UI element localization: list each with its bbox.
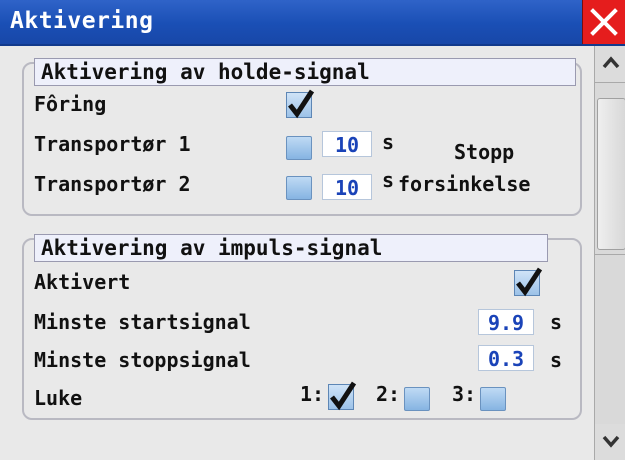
foring-label: Fôring [34, 92, 107, 116]
luke-2-label: 2: [376, 382, 401, 406]
transportor-1-delay-input[interactable]: 10 [322, 131, 372, 157]
luke-1-checkbox[interactable] [328, 381, 357, 411]
checkmark-icon [288, 89, 315, 119]
aktivert-checkbox[interactable] [514, 267, 543, 297]
window-title: Aktivering [10, 8, 154, 34]
transportor-1-unit: s [382, 130, 395, 154]
hold-signal-legend: Aktivering av holde-signal [34, 58, 576, 86]
aktivert-label: Aktivert [34, 270, 131, 294]
min-stoppsignal-input[interactable]: 0.3 [478, 345, 534, 371]
transportor-2-label: Transportør 2 [34, 172, 191, 196]
scroll-down-icon [602, 435, 620, 448]
min-startsignal-input[interactable]: 9.9 [478, 309, 534, 335]
min-startsignal-label: Minste startsignal [34, 310, 251, 334]
hold-signal-group: Aktivering av holde-signal Fôring Transp… [22, 58, 582, 216]
min-startsignal-unit: s [550, 310, 563, 334]
scroll-up-icon [602, 56, 620, 69]
content-area: Aktivering av holde-signal Fôring Transp… [0, 46, 594, 460]
min-stoppsignal-label: Minste stoppsignal [34, 348, 251, 372]
scroll-thumb[interactable] [597, 98, 625, 250]
close-button[interactable] [582, 0, 625, 44]
transportor-1-label: Transportør 1 [34, 132, 191, 156]
transportor-2-delay-input[interactable]: 10 [322, 174, 372, 200]
foring-checkbox[interactable] [286, 89, 315, 119]
min-stoppsignal-unit: s [550, 348, 563, 372]
luke-3-checkbox[interactable] [480, 387, 506, 411]
impulse-signal-legend: Aktivering av impuls-signal [34, 234, 548, 262]
transportor-1-checkbox[interactable] [286, 136, 312, 160]
checkmark-icon [330, 381, 357, 411]
luke-label: Luke [34, 386, 83, 410]
impulse-signal-group: Aktivering av impuls-signal Aktivert Min… [22, 234, 582, 420]
forsinkelse-label: forsinkelse [398, 172, 531, 196]
transportor-2-unit: s [382, 168, 395, 192]
transportor-2-checkbox[interactable] [286, 176, 312, 200]
close-icon [590, 8, 618, 36]
vertical-scrollbar[interactable] [594, 46, 625, 460]
scroll-divider [595, 82, 625, 83]
scroll-down-button[interactable] [595, 424, 625, 460]
title-bar: Aktivering [0, 0, 625, 46]
scroll-up-button[interactable] [595, 46, 625, 82]
stopp-label: Stopp [454, 140, 515, 164]
scroll-divider [595, 254, 625, 255]
luke-2-checkbox[interactable] [404, 387, 430, 411]
checkmark-icon [516, 267, 543, 297]
luke-1-label: 1: [300, 382, 325, 406]
luke-3-label: 3: [452, 382, 477, 406]
